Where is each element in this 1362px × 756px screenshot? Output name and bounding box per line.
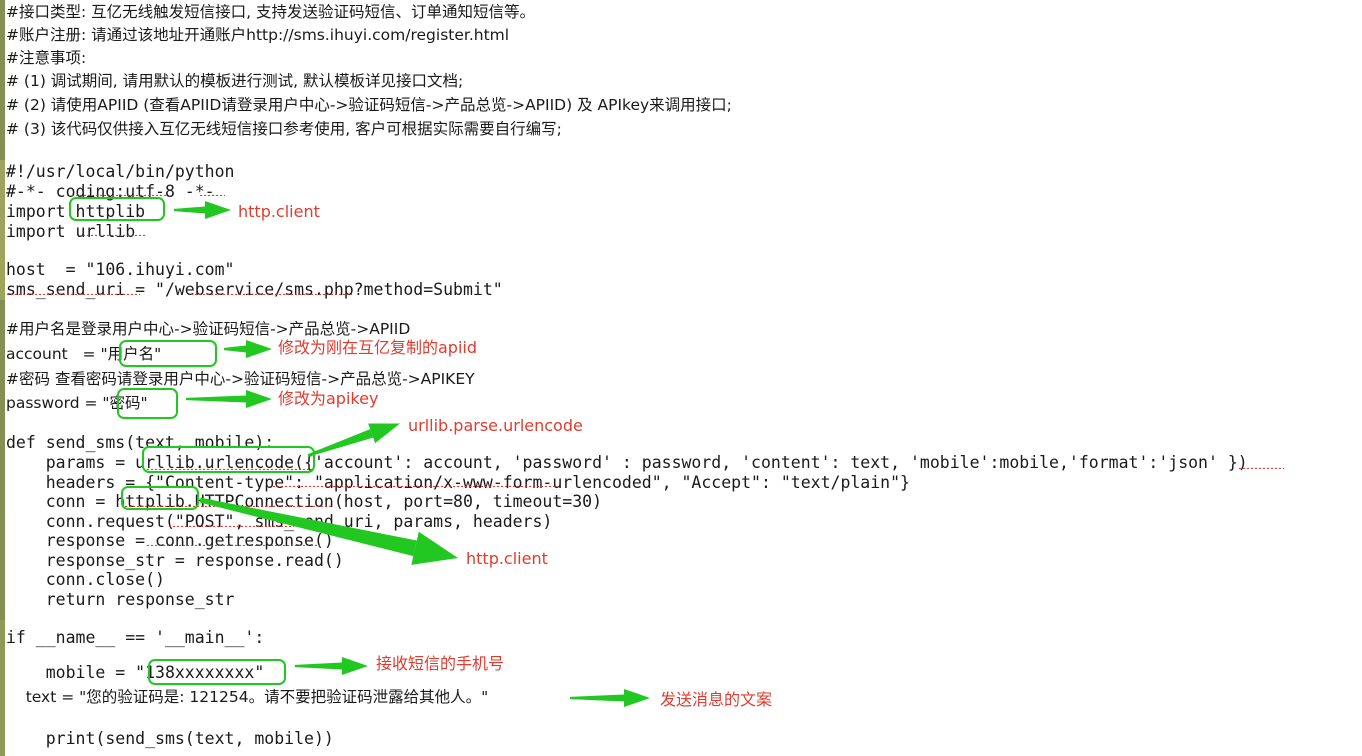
code-line: #注意事项: <box>6 49 87 67</box>
code-canvas: #接口类型: 互亿无线触发短信接口, 支持发送验证码短信、订单通知短信等。 #账户… <box>0 0 1362 756</box>
spellcheck-underline <box>6 292 140 295</box>
spellcheck-underline <box>82 233 146 236</box>
spellcheck-underline <box>199 193 225 196</box>
highlight-box-account-value <box>119 340 217 367</box>
code-line: print(send_sms(text, mobile)) <box>6 729 334 748</box>
annotation-arrow <box>295 657 368 675</box>
code-line: host = "106.ihuyi.com" <box>6 260 235 279</box>
spellcheck-underline <box>272 484 556 487</box>
code-line: response_str = response.read() <box>6 551 344 570</box>
spellcheck-underline <box>1238 466 1284 469</box>
code-line: conn.close() <box>6 570 165 589</box>
annotation-label: http.client <box>466 549 548 568</box>
code-line: #账户注册: 请通过该地址开通账户http://sms.ihuyi.com/re… <box>6 26 510 44</box>
annotation-arrow <box>224 340 272 358</box>
code-line: return response_str <box>6 590 235 609</box>
code-line: response = conn.getresponse() <box>6 531 334 550</box>
annotation-label: urllib.parse.urlencode <box>408 416 583 435</box>
code-line: conn = httplib.HTTPConnection(host, port… <box>6 492 603 511</box>
spellcheck-underline <box>71 193 167 196</box>
code-line: # (2) 请使用APIID (查看APIID请登录用户中心->验证码短信->产… <box>6 96 732 114</box>
highlight-box-password-value <box>117 388 178 419</box>
code-line: #用户名是登录用户中心->验证码短信->产品总览->APIID <box>6 320 411 338</box>
code-line: sms_send_uri = "/webservice/sms.php?meth… <box>6 280 503 299</box>
annotation-label: 发送消息的文案 <box>660 690 773 709</box>
spellcheck-underline <box>190 292 352 295</box>
code-line: #!/usr/local/bin/python <box>6 162 235 181</box>
annotation-label: 修改为apikey <box>278 389 379 408</box>
annotation-arrow <box>174 201 231 219</box>
highlight-box-httplib-import <box>69 197 165 221</box>
spellcheck-underline <box>146 543 320 546</box>
code-line: #密码 查看密码请登录用户中心->验证码短信->产品总览->APIKEY <box>6 370 475 388</box>
annotation-arrow <box>570 689 650 707</box>
code-line: if __name__ == '__main__': <box>6 628 265 647</box>
spellcheck-underline <box>168 524 294 527</box>
code-line: text = "您的验证码是: 121254。请不要把验证码泄露给其他人。" <box>6 688 489 706</box>
annotation-label: http.client <box>238 202 320 221</box>
highlight-box-mobile-value <box>148 659 286 685</box>
code-line: import urllib <box>6 222 136 241</box>
highlight-box-httplib-connection <box>121 486 199 510</box>
code-line: # (3) 该代码仅供接入互亿无线短信接口参考使用, 客户可根据实际需要自行编写… <box>6 120 562 138</box>
annotation-label: 接收短信的手机号 <box>376 654 505 673</box>
code-line: # (1) 调试期间, 请用默认的模板进行测试, 默认模板详见接口文档; <box>6 72 464 90</box>
annotation-label: 修改为刚在互亿复制的apiid <box>278 338 478 357</box>
highlight-box-urllib-urlencode <box>142 446 315 473</box>
annotation-arrow <box>186 390 272 408</box>
code-line: #接口类型: 互亿无线触发短信接口, 支持发送验证码短信、订单通知短信等。 <box>6 3 535 21</box>
code-line: conn.request("POST", sms_send_uri, param… <box>6 512 553 531</box>
